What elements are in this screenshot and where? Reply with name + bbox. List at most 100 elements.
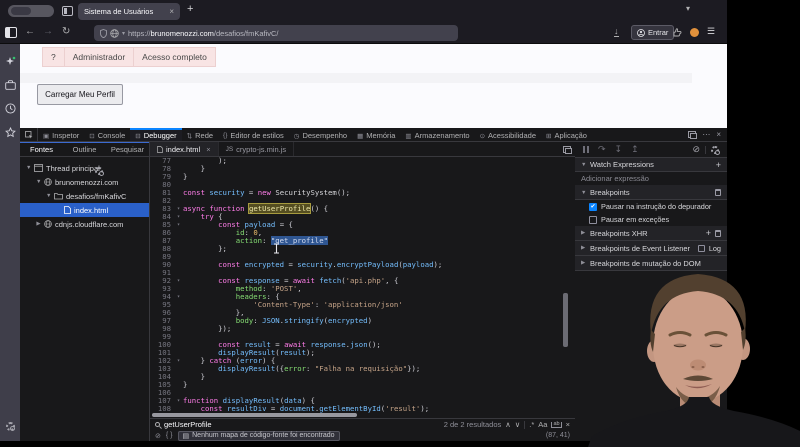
log-checkbox-icon[interactable]: [698, 245, 705, 252]
thread-settings-gear-icon[interactable]: [95, 167, 103, 175]
devtools-tab-memory[interactable]: ▦Memória: [352, 128, 400, 141]
scrollbar-thumb[interactable]: [152, 413, 357, 417]
remove-breakpoints-icon[interactable]: [715, 189, 721, 196]
code-line-77[interactable]: 77 );: [150, 157, 575, 165]
code-line-78[interactable]: 78 }: [150, 165, 575, 173]
forward-button[interactable]: →: [43, 26, 53, 38]
tab-outline[interactable]: Outline: [63, 145, 106, 154]
ignore-source-icon[interactable]: ⊘: [155, 432, 161, 440]
code-line-105[interactable]: 105}: [150, 381, 575, 389]
tree-item-thread[interactable]: ▼ Thread principal: [20, 161, 149, 175]
list-all-tabs-icon[interactable]: ▾: [686, 4, 690, 13]
devtools-tab-styles[interactable]: {}Editor de estilos: [218, 128, 289, 141]
reload-button[interactable]: ↻: [62, 26, 70, 38]
search-input[interactable]: getUserProfile: [164, 420, 212, 429]
url-bar[interactable]: ▾ https://brunomenozzi.com/desafios/fmKa…: [94, 25, 458, 41]
fold-arrow-icon[interactable]: ▾: [174, 357, 183, 365]
disable-breakpoints-icon[interactable]: ⊘: [692, 144, 700, 155]
pause-icon[interactable]: [583, 146, 589, 153]
code-line-88[interactable]: 88 };: [150, 245, 575, 253]
extension-thumbs-up-icon[interactable]: [672, 27, 682, 37]
file-tab-crypto-js[interactable]: JS crypto-js.min.js: [219, 142, 295, 156]
vertical-scrollbar[interactable]: [563, 293, 568, 347]
editor-panel-icon[interactable]: [563, 146, 571, 153]
add-xhr-breakpoint-icon[interactable]: +: [706, 228, 711, 238]
sidebar-settings-gear-icon[interactable]: [6, 422, 15, 431]
pretty-print-icon[interactable]: { }: [166, 432, 173, 439]
tab-fontes[interactable]: Fontes: [20, 145, 63, 154]
browser-tab[interactable]: Sistema de Usuários ×: [78, 3, 180, 20]
load-profile-button[interactable]: Carregar Meu Perfil: [37, 84, 123, 105]
checkbox-unchecked-icon[interactable]: [589, 216, 597, 224]
pick-element-icon[interactable]: [20, 128, 38, 141]
extension-avatar-icon[interactable]: [690, 28, 699, 37]
tree-item-cdn[interactable]: ▶ cdnjs.cloudflare.com: [20, 217, 149, 231]
code-line-108[interactable]: 108 const resultDiv = document.getElemen…: [150, 405, 575, 413]
expand-arrow-icon[interactable]: ▼: [26, 165, 31, 171]
devtools-tab-network[interactable]: ⇅Rede: [182, 128, 218, 141]
back-button[interactable]: ←: [25, 26, 35, 38]
breakpoints-header[interactable]: ▼Breakpoints: [575, 186, 727, 200]
history-clock-icon[interactable]: [5, 103, 16, 114]
close-search-icon[interactable]: ×: [566, 420, 570, 429]
code-line-79[interactable]: 79}: [150, 173, 575, 181]
expand-arrow-icon[interactable]: ▼: [36, 179, 41, 185]
devtools-tab-application[interactable]: ⊞Aplicação: [541, 128, 592, 141]
sign-in-button[interactable]: Entrar: [631, 25, 674, 40]
close-file-icon[interactable]: ×: [206, 145, 210, 154]
tree-item-host[interactable]: ▼ brunomenozzi.com: [20, 175, 149, 189]
fold-arrow-icon[interactable]: ▾: [174, 397, 183, 405]
tab-groups-icon[interactable]: [5, 80, 16, 90]
whole-word-toggle-icon[interactable]: ab: [551, 422, 561, 428]
devtools-tab-debugger[interactable]: ⊟Debugger: [130, 128, 181, 141]
menu-icon[interactable]: ☰: [707, 26, 715, 37]
expand-arrow-icon[interactable]: ▼: [46, 193, 51, 199]
watch-expressions-header[interactable]: ▼Watch Expressions +: [575, 158, 727, 172]
ai-sparkle-icon[interactable]: [5, 56, 16, 67]
devtools-tab-console[interactable]: ⊡Console: [84, 128, 130, 141]
devtools-tab-inspector[interactable]: ▣Inspetor: [38, 128, 84, 141]
code-line-81[interactable]: 81const security = new SecuritySystem();: [150, 189, 575, 197]
add-expression-input[interactable]: Adicionar expressão: [575, 172, 727, 186]
window-controls-pill[interactable]: [8, 5, 54, 17]
fold-arrow-icon[interactable]: ▾: [174, 277, 183, 285]
firefox-view-icon[interactable]: [62, 6, 73, 16]
collapsed-arrow-icon[interactable]: ▶: [36, 221, 41, 227]
debugger-settings-gear-icon[interactable]: [711, 146, 719, 154]
dom-mutation-breakpoints-header[interactable]: ▶Breakpoints de mutação do DOM: [575, 256, 727, 271]
previous-result-icon[interactable]: ∧: [505, 420, 511, 429]
tree-item-file-selected[interactable]: index.html: [20, 203, 149, 217]
fold-arrow-icon[interactable]: ▾: [174, 221, 183, 229]
tree-item-folder[interactable]: ▼ desafios/fmKafivC: [20, 189, 149, 203]
xhr-breakpoints-header[interactable]: ▶Breakpoints XHR +: [575, 226, 727, 241]
code-line-103[interactable]: 103 displayResult({error: "Falha na requ…: [150, 365, 575, 373]
permissions-chevron-icon[interactable]: ▾: [122, 30, 125, 37]
regex-toggle-icon[interactable]: .*: [529, 420, 534, 429]
tab-close-icon[interactable]: ×: [169, 7, 174, 16]
add-watch-icon[interactable]: +: [716, 160, 721, 170]
tab-pesquisar[interactable]: Pesquisar: [106, 145, 149, 154]
devtools-menu-icon[interactable]: ⋯: [702, 130, 710, 139]
new-tab-button[interactable]: +: [187, 3, 193, 15]
sidebar-toggle-icon[interactable]: [5, 27, 17, 38]
step-out-icon[interactable]: ↥: [631, 144, 639, 155]
code-line-104[interactable]: 104 }: [150, 373, 575, 381]
pause-on-debugger-row[interactable]: ✔ Pausar na instrução do depurador: [575, 200, 727, 213]
downloads-icon[interactable]: ↓: [614, 27, 619, 37]
event-listener-breakpoints-header[interactable]: ▶Breakpoints de Event Listener Log: [575, 241, 727, 256]
fold-arrow-icon[interactable]: ▾: [174, 205, 183, 213]
checkbox-checked-icon[interactable]: ✔: [589, 203, 597, 211]
devtools-tab-storage[interactable]: ▥Armazenamento: [400, 128, 474, 141]
line-number[interactable]: 108: [150, 405, 174, 413]
fold-arrow-icon[interactable]: ▾: [174, 293, 183, 301]
step-over-icon[interactable]: ↷: [598, 144, 606, 155]
devtools-tab-accessibility[interactable]: ⊙Acessibilidade: [475, 128, 541, 141]
code-line-90[interactable]: 90 const encrypted = security.encryptPay…: [150, 261, 575, 269]
bookmarks-star-icon[interactable]: [5, 127, 16, 138]
devtools-tab-performance[interactable]: ◷Desempenho: [289, 128, 352, 141]
site-globe-icon[interactable]: [110, 29, 119, 38]
responsive-mode-icon[interactable]: [688, 131, 696, 138]
next-result-icon[interactable]: ∨: [515, 420, 521, 429]
step-in-icon[interactable]: ↧: [615, 144, 623, 155]
devtools-close-icon[interactable]: ×: [716, 130, 721, 139]
